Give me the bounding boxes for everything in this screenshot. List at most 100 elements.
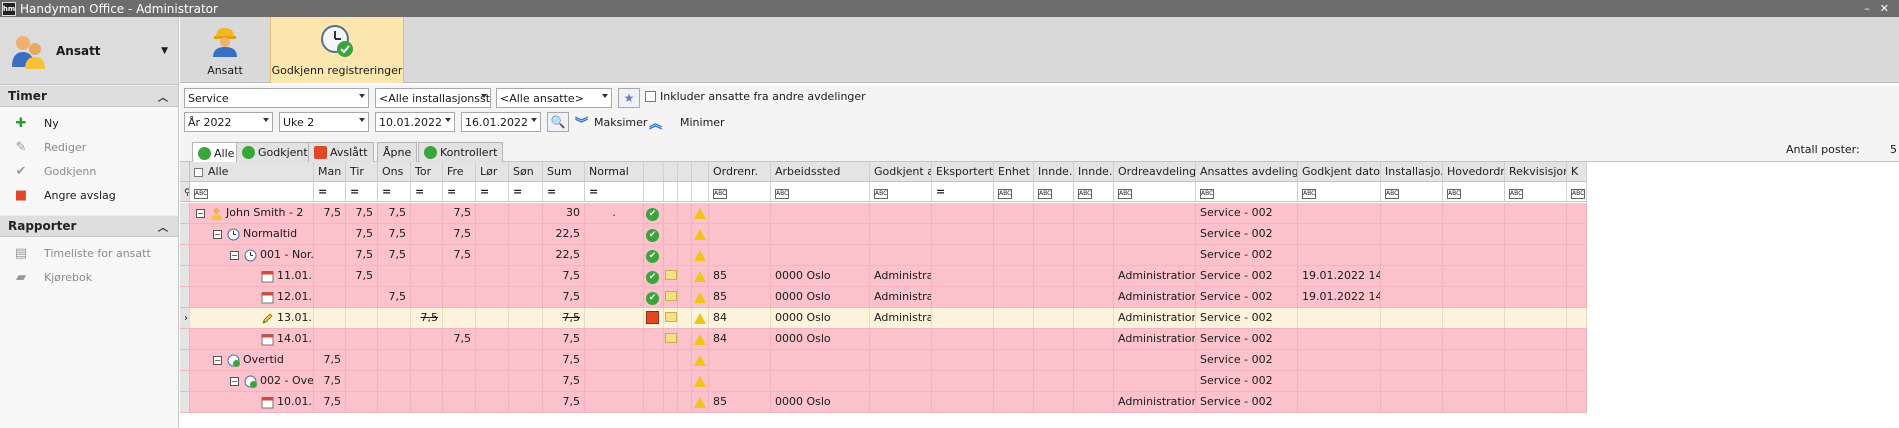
filter-cell[interactable]: ABC <box>870 182 932 201</box>
tree-cell[interactable]: 14.01.... <box>190 329 314 349</box>
date-to-input[interactable]: 16.01.2022 <box>461 112 541 132</box>
table-row[interactable]: 12.01.... 7,5 7,5 ✔ 850000 OsloAdministrator… <box>180 287 1587 308</box>
equals-filter-icon[interactable]: = <box>350 185 359 198</box>
collapse-toggle-icon[interactable]: − <box>230 376 239 386</box>
filter-cell[interactable]: ABC <box>994 182 1034 201</box>
date-from-input[interactable]: 10.01.2022 <box>375 112 455 132</box>
note-cell[interactable] <box>664 329 678 349</box>
status-cell[interactable]: ✔ <box>644 224 664 244</box>
filter-cell[interactable]: ABC <box>1567 182 1587 201</box>
status-cell[interactable]: ✔ <box>644 203 664 223</box>
text-filter-icon[interactable]: ABC <box>1447 189 1461 199</box>
filter-cell[interactable]: ABC <box>1196 182 1298 201</box>
filter-cell[interactable]: ABC <box>1381 182 1443 201</box>
equals-filter-icon[interactable]: = <box>447 185 456 198</box>
column-header[interactable]: Fre <box>443 162 476 181</box>
column-header[interactable]: Arbeidssted <box>771 162 870 181</box>
collapse-all-icon[interactable]: ︽ <box>649 113 662 132</box>
department-select[interactable]: Service <box>184 88 369 108</box>
filter-cell[interactable] <box>664 182 678 201</box>
minimize-button[interactable]: Minimer <box>680 116 725 129</box>
table-row[interactable]: − John Smith - 2 7,5 7,5 7,5 7,5 30. ✔ Service -… <box>180 203 1587 224</box>
note-cell[interactable] <box>664 392 678 412</box>
sidebar-item-1-1[interactable]: ▰ Kjørebok <box>0 265 178 289</box>
note-cell[interactable] <box>664 371 678 391</box>
column-header[interactable]: Tor <box>411 162 443 181</box>
note-cell[interactable] <box>664 287 678 307</box>
table-row[interactable]: −001 - Nor...7,57,57,522,5✔Service - 002 <box>180 245 1587 266</box>
note-cell[interactable] <box>664 203 678 223</box>
column-header[interactable]: Normal <box>585 162 644 181</box>
column-header[interactable]: K <box>1567 162 1587 181</box>
filter-cell[interactable]: = <box>411 182 443 201</box>
equals-filter-icon[interactable]: = <box>547 185 556 198</box>
filter-cell[interactable]: = <box>509 182 543 201</box>
equals-filter-icon[interactable]: = <box>415 185 424 198</box>
text-filter-icon[interactable]: ABC <box>1038 189 1052 199</box>
equals-filter-icon[interactable]: = <box>513 185 522 198</box>
status-cell[interactable] <box>644 329 664 349</box>
text-filter-icon[interactable]: ABC <box>1509 189 1523 199</box>
status-cell[interactable] <box>644 371 664 391</box>
favorite-filter-button[interactable]: ★ <box>618 88 640 108</box>
tab-apne[interactable]: Åpne <box>377 142 418 162</box>
filter-cell[interactable]: = <box>443 182 476 201</box>
collapse-toggle-icon[interactable]: − <box>213 229 222 239</box>
tab-alle[interactable]: Alle <box>192 142 241 163</box>
column-header[interactable]: Ordrenr. <box>709 162 771 181</box>
module-selector[interactable]: Ansatt ▼ <box>0 17 178 85</box>
table-row[interactable]: 11.01.... 7,5 7,5 ✔ 850000 OsloAdministrator… <box>180 266 1587 287</box>
filter-cell[interactable] <box>692 182 709 201</box>
text-filter-icon[interactable]: ABC <box>1302 189 1316 199</box>
column-header[interactable]: Sum <box>543 162 585 181</box>
column-header[interactable] <box>678 162 692 181</box>
equals-filter-icon[interactable]: = <box>318 185 327 198</box>
text-filter-icon[interactable]: ABC <box>194 189 208 199</box>
tree-cell[interactable]: 13.01.... <box>190 308 314 328</box>
table-row[interactable]: 14.01.... 7,5 7,5 840000 Oslo Administration… <box>180 329 1587 350</box>
sidebar-item-0-0[interactable]: ✚ Ny <box>0 111 178 135</box>
tree-cell[interactable]: 11.01.... <box>190 266 314 286</box>
sidebar-item-1-0[interactable]: ▤ Timeliste for ansatt <box>0 241 178 265</box>
filter-cell[interactable]: = <box>378 182 411 201</box>
status-cell[interactable]: ✔ <box>644 245 664 265</box>
equals-filter-icon[interactable]: = <box>480 185 489 198</box>
column-header[interactable]: Lør <box>476 162 509 181</box>
filter-cell[interactable]: = <box>346 182 378 201</box>
filter-cell[interactable]: ABC <box>771 182 870 201</box>
panel-header-1[interactable]: Rapporter ︿ <box>0 215 178 237</box>
tree-cell[interactable]: 10.01.... <box>190 392 314 412</box>
column-header[interactable]: Godkjent av <box>870 162 932 181</box>
status-cell[interactable]: ✔ <box>644 266 664 286</box>
table-row[interactable]: − Normaltid 7,5 7,5 7,5 22,5 ✔ Service - 002 <box>180 224 1587 245</box>
tree-cell[interactable]: − 002 - Over... <box>190 371 314 391</box>
column-header[interactable]: Rekvisisjon <box>1505 162 1567 181</box>
employee-select[interactable]: <Alle ansatte> <box>496 88 612 108</box>
note-cell[interactable] <box>664 245 678 265</box>
close-window-button[interactable]: ✕ <box>1880 2 1889 15</box>
checkbox-box[interactable] <box>645 91 656 102</box>
tree-cell[interactable]: − 001 - Nor... <box>190 245 314 265</box>
sidebar-item-0-3[interactable]: ■ Angre avslag <box>0 183 178 207</box>
filter-cell[interactable]: = <box>543 182 585 201</box>
tree-cell[interactable]: − Normaltid <box>190 224 314 244</box>
note-cell[interactable] <box>664 350 678 370</box>
status-cell[interactable] <box>644 308 664 328</box>
search-button[interactable]: 🔍 <box>547 112 569 132</box>
note-cell[interactable] <box>664 224 678 244</box>
column-header[interactable]: Man <box>314 162 346 181</box>
column-header[interactable] <box>692 162 709 181</box>
filter-cell[interactable]: ABC <box>1298 182 1381 201</box>
column-header[interactable]: Eksportert <box>932 162 994 181</box>
include-other-departments-checkbox[interactable]: Inkluder ansatte fra andre avdelinger <box>645 90 866 103</box>
text-filter-icon[interactable]: ABC <box>998 189 1012 199</box>
text-filter-icon[interactable]: ABC <box>713 189 727 199</box>
column-header[interactable]: Ordreavdeling <box>1114 162 1196 181</box>
status-cell[interactable] <box>644 392 664 412</box>
tree-cell[interactable]: − Overtid <box>190 350 314 370</box>
column-header[interactable]: Hovedordre <box>1443 162 1505 181</box>
tab-godkjent[interactable]: Godkjent <box>236 142 314 162</box>
column-header[interactable]: Ansattes avdeling <box>1196 162 1298 181</box>
text-filter-icon[interactable]: ABC <box>874 189 888 199</box>
filter-cell[interactable]: = <box>932 182 994 201</box>
